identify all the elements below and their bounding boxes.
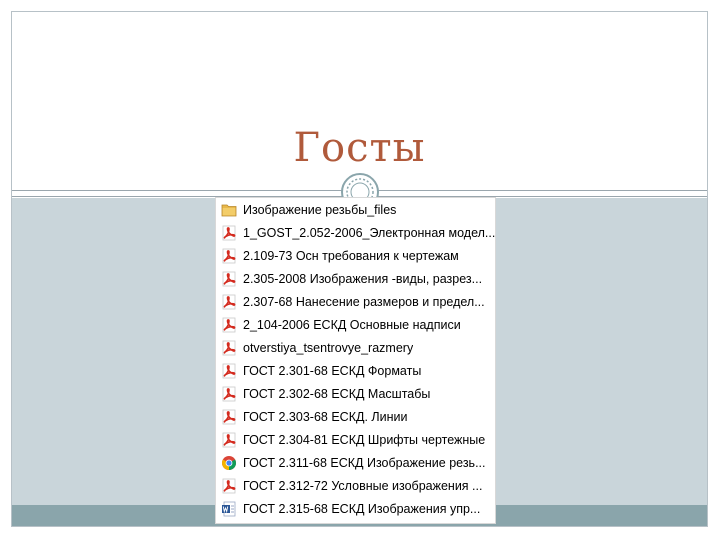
file-list-item[interactable]: 2.305-2008 Изображения -виды, разрез... <box>216 267 495 290</box>
file-list-item[interactable]: 2.109-73 Осн требования к чертежам <box>216 244 495 267</box>
chrome-icon <box>221 455 237 471</box>
pdf-icon <box>221 386 237 402</box>
file-list-item[interactable]: ГОСТ 2.312-72 Условные изображения ... <box>216 474 495 497</box>
file-list: Изображение резьбы_files 1_GOST_2.052-200… <box>216 198 495 520</box>
file-list-item[interactable]: 2_104-2006 ЕСКД Основные надписи <box>216 313 495 336</box>
file-name: 2.305-2008 Изображения -виды, разрез... <box>243 271 483 286</box>
file-name: 2_104-2006 ЕСКД Основные надписи <box>243 317 461 332</box>
file-name: ГОСТ 2.311-68 ЕСКД Изображение резь... <box>243 455 486 470</box>
file-name: ГОСТ 2.301-68 ЕСКД Форматы <box>243 363 422 378</box>
file-name: Изображение резьбы_files <box>243 202 397 217</box>
word-document-icon <box>221 501 237 517</box>
file-list-item[interactable]: 1_GOST_2.052-2006_Электронная модел... <box>216 221 495 244</box>
pdf-icon <box>221 340 237 356</box>
file-list-item[interactable]: ГОСТ 2.315-68 ЕСКД Изображения упр... <box>216 497 495 520</box>
pdf-icon <box>221 294 237 310</box>
file-list-item[interactable]: Изображение резьбы_files <box>216 198 495 221</box>
file-name: otverstiya_tsentrovye_razmery <box>243 340 414 355</box>
title-area: Госты <box>12 12 707 191</box>
file-list-item[interactable]: ГОСТ 2.304-81 ЕСКД Шрифты чертежные <box>216 428 495 451</box>
file-list-item[interactable]: otverstiya_tsentrovye_razmery <box>216 336 495 359</box>
file-name: 1_GOST_2.052-2006_Электронная модел... <box>243 225 495 240</box>
file-name: ГОСТ 2.315-68 ЕСКД Изображения упр... <box>243 501 481 516</box>
pdf-icon <box>221 248 237 264</box>
slide-title: Госты <box>293 125 426 171</box>
file-name: 2.307-68 Нанесение размеров и предел... <box>243 294 485 309</box>
file-list-panel: Изображение резьбы_files 1_GOST_2.052-200… <box>215 197 496 524</box>
file-name: 2.109-73 Осн требования к чертежам <box>243 248 459 263</box>
file-list-item[interactable]: ГОСТ 2.301-68 ЕСКД Форматы <box>216 359 495 382</box>
pdf-icon <box>221 409 237 425</box>
pdf-icon <box>221 317 237 333</box>
file-list-item[interactable]: ГОСТ 2.311-68 ЕСКД Изображение резь... <box>216 451 495 474</box>
pdf-icon <box>221 478 237 494</box>
file-name: ГОСТ 2.312-72 Условные изображения ... <box>243 478 483 493</box>
pdf-icon <box>221 363 237 379</box>
file-list-item[interactable]: ГОСТ 2.302-68 ЕСКД Масштабы <box>216 382 495 405</box>
file-name: ГОСТ 2.303-68 ЕСКД. Линии <box>243 409 408 424</box>
file-list-item[interactable]: 2.307-68 Нанесение размеров и предел... <box>216 290 495 313</box>
file-name: ГОСТ 2.304-81 ЕСКД Шрифты чертежные <box>243 432 486 447</box>
pdf-icon <box>221 225 237 241</box>
pdf-icon <box>221 432 237 448</box>
file-name: ГОСТ 2.302-68 ЕСКД Масштабы <box>243 386 431 401</box>
pdf-icon <box>221 271 237 287</box>
folder-icon <box>221 202 237 218</box>
file-list-item[interactable]: ГОСТ 2.303-68 ЕСКД. Линии <box>216 405 495 428</box>
